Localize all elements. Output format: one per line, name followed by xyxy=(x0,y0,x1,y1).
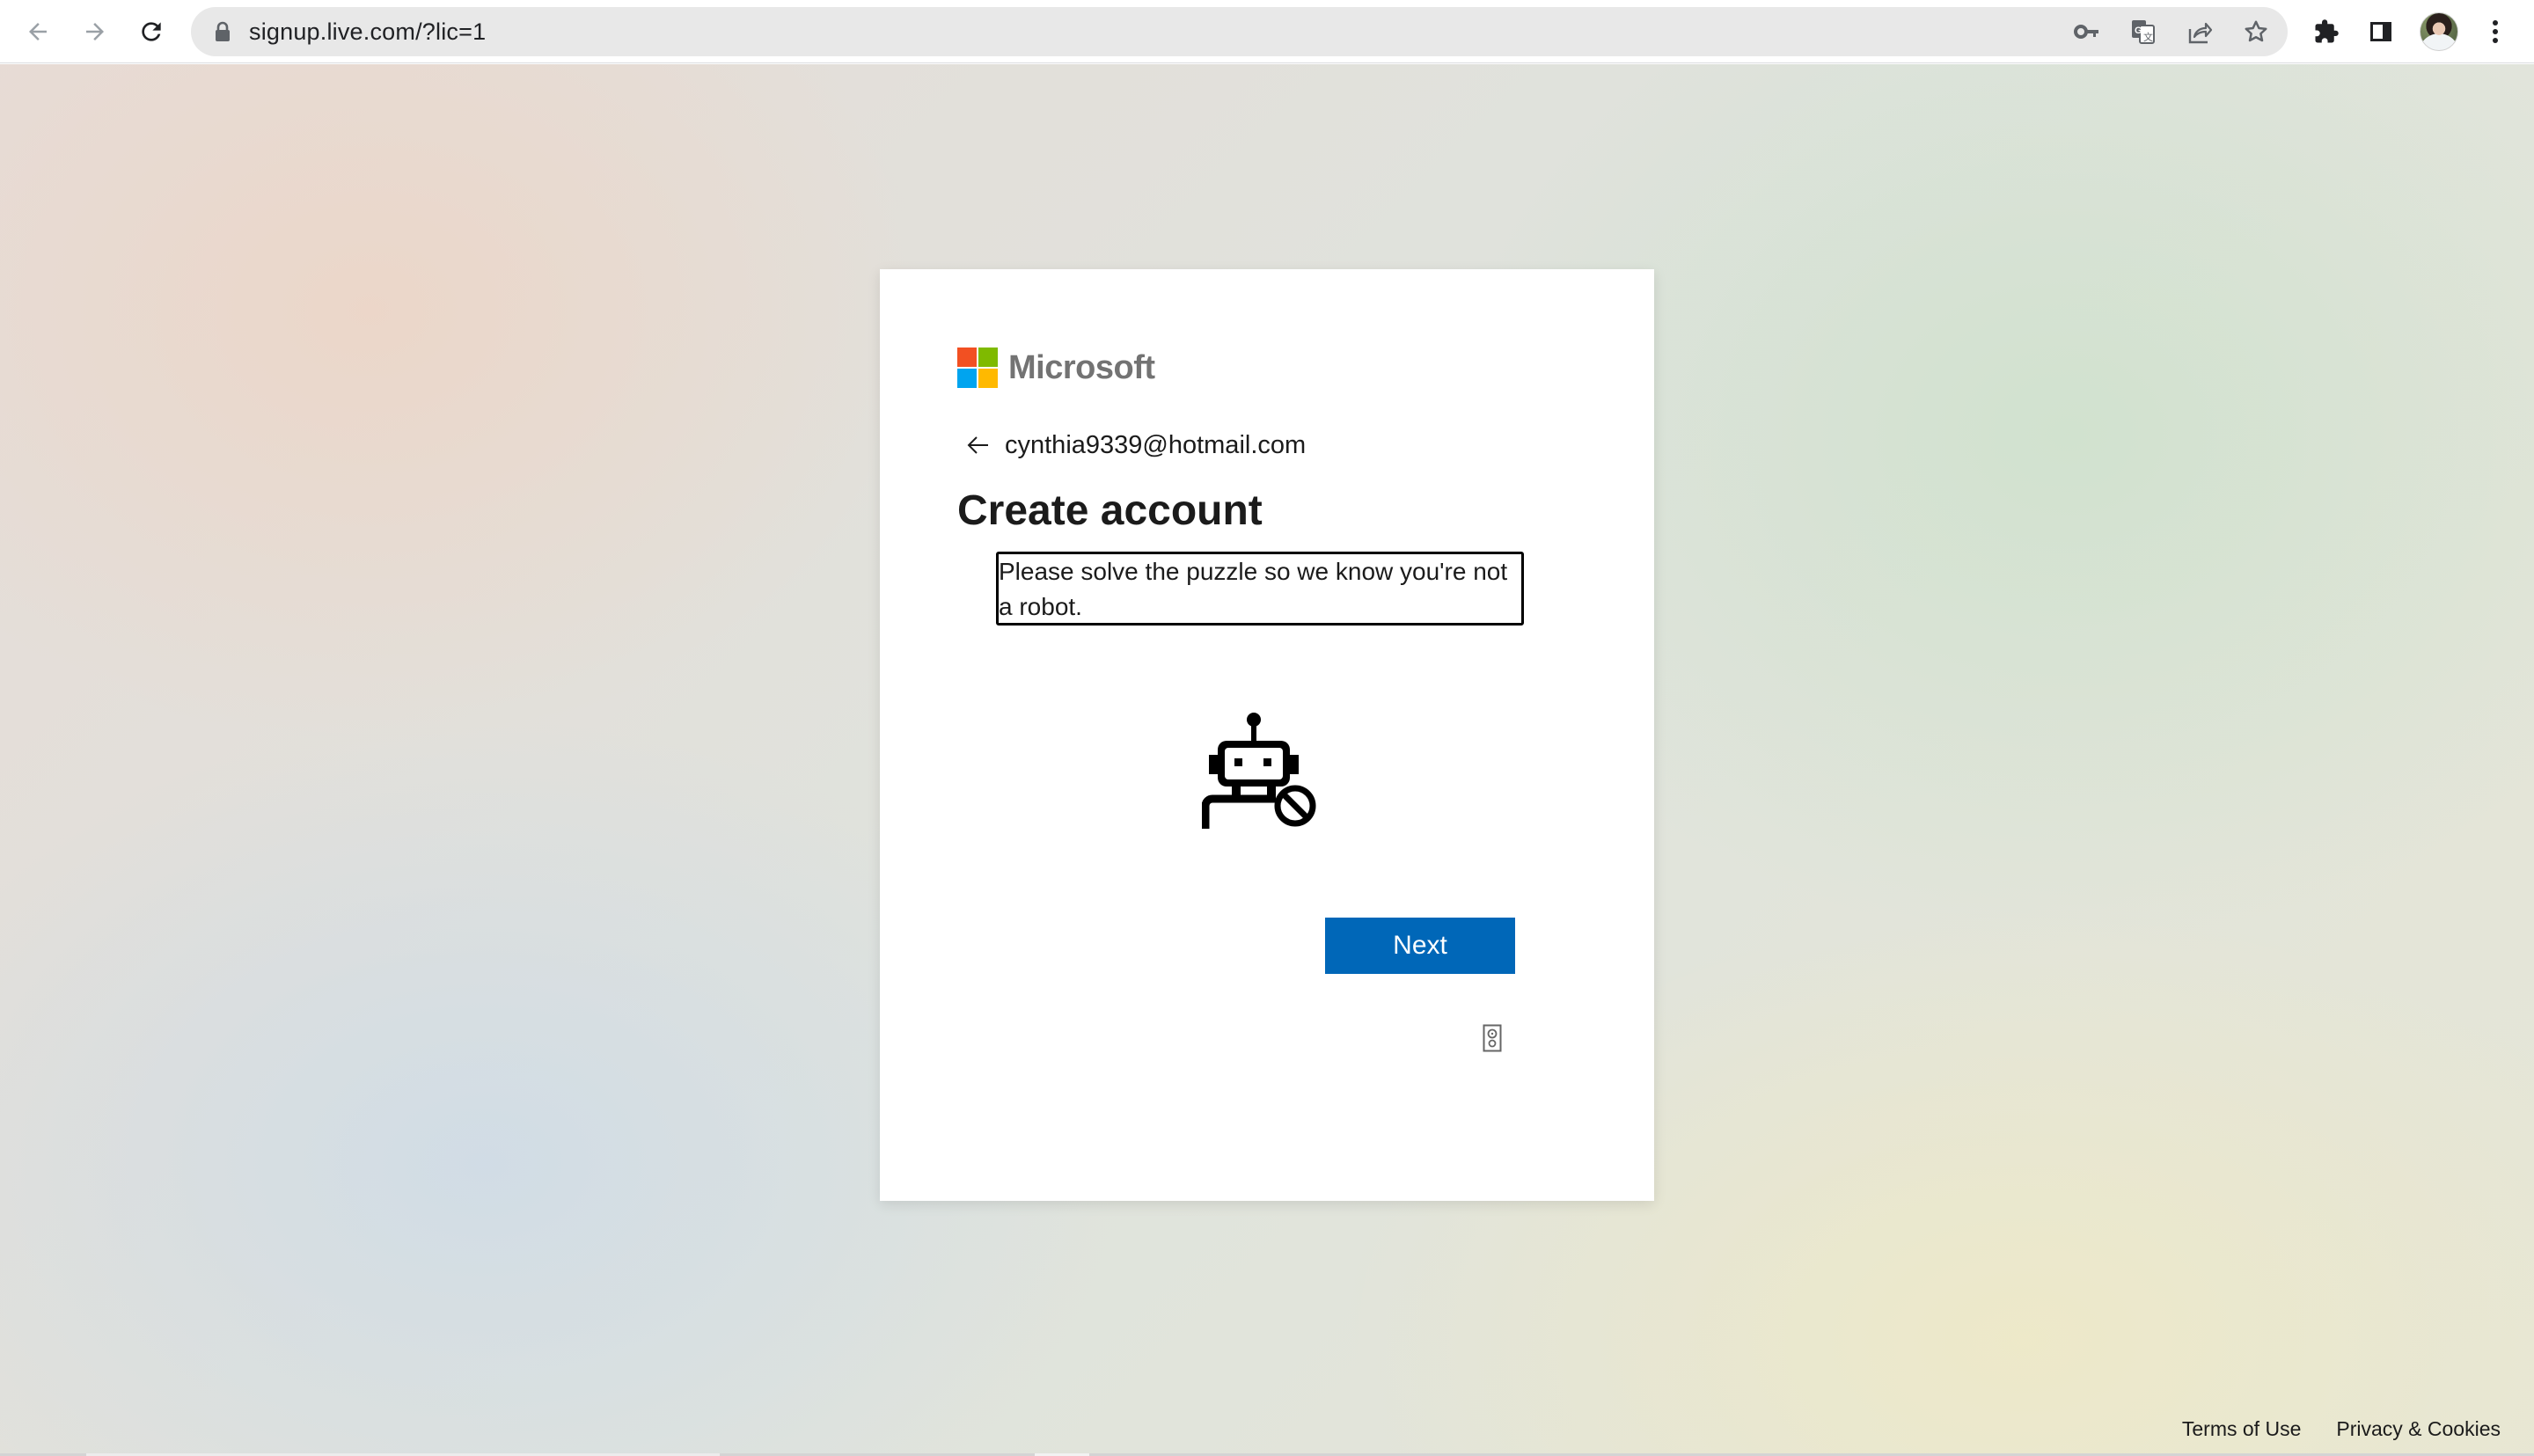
page-title: Create account xyxy=(957,487,1263,534)
identity-banner: cynthia9339@hotmail.com xyxy=(964,424,1306,466)
puzzle-prompt: Please solve the puzzle so we know you'r… xyxy=(996,552,1524,626)
arrow-left-icon xyxy=(967,436,988,454)
svg-text:G: G xyxy=(2135,26,2142,36)
microsoft-logo-icon xyxy=(957,348,998,388)
logo-square-yellow xyxy=(978,369,998,388)
translate-icon: G 文 xyxy=(2132,20,2155,44)
star-icon xyxy=(2245,20,2267,42)
brand-name: Microsoft xyxy=(1008,348,1155,386)
arrow-right-icon xyxy=(86,23,104,40)
identity-back-button[interactable] xyxy=(964,431,992,459)
signup-card: Microsoft cynthia9339@hotmail.com Create… xyxy=(880,269,1654,1201)
browser-menu-button[interactable] xyxy=(2474,11,2516,53)
side-panel-button[interactable] xyxy=(2360,11,2402,53)
logo-square-green xyxy=(978,348,998,367)
forward-button[interactable] xyxy=(74,11,116,53)
browser-toolbar: signup.live.com/?lic=1 G 文 xyxy=(0,0,2534,63)
page-footer: Terms of Use Privacy & Cookies xyxy=(2182,1411,2501,1446)
url-text[interactable]: signup.live.com/?lic=1 xyxy=(249,7,486,56)
back-button[interactable] xyxy=(17,11,59,53)
reload-icon xyxy=(142,22,161,41)
share-button[interactable] xyxy=(2184,16,2215,48)
reload-button[interactable] xyxy=(130,11,172,53)
password-key-button[interactable] xyxy=(2071,16,2103,48)
privacy-cookies-link[interactable]: Privacy & Cookies xyxy=(2336,1417,2501,1441)
terms-of-use-link[interactable]: Terms of Use xyxy=(2182,1417,2301,1441)
svg-text:文: 文 xyxy=(2143,31,2153,43)
bookmark-star-button[interactable] xyxy=(2240,16,2272,48)
next-button[interactable]: Next xyxy=(1325,918,1515,974)
logo-square-red xyxy=(957,348,977,367)
share-icon xyxy=(2188,22,2213,44)
logo-square-blue xyxy=(957,369,977,388)
extensions-button[interactable] xyxy=(2305,11,2347,53)
translate-button[interactable]: G 文 xyxy=(2128,16,2159,48)
speaker-icon xyxy=(1483,1024,1502,1052)
extensions-puzzle-icon xyxy=(2315,19,2339,43)
arrow-left-icon xyxy=(29,23,47,40)
identity-email: cynthia9339@hotmail.com xyxy=(1005,430,1307,459)
kebab-menu-icon xyxy=(2493,20,2498,43)
address-bar[interactable]: signup.live.com/?lic=1 G 文 xyxy=(191,7,2288,56)
side-panel-icon xyxy=(2370,22,2391,41)
robot-blocked-icon xyxy=(1202,713,1316,829)
microsoft-logo: Microsoft xyxy=(957,347,1155,389)
key-icon xyxy=(2074,25,2098,39)
audio-challenge-button[interactable] xyxy=(1483,1024,1502,1052)
lock-icon xyxy=(216,21,230,41)
profile-avatar[interactable] xyxy=(2420,12,2458,51)
